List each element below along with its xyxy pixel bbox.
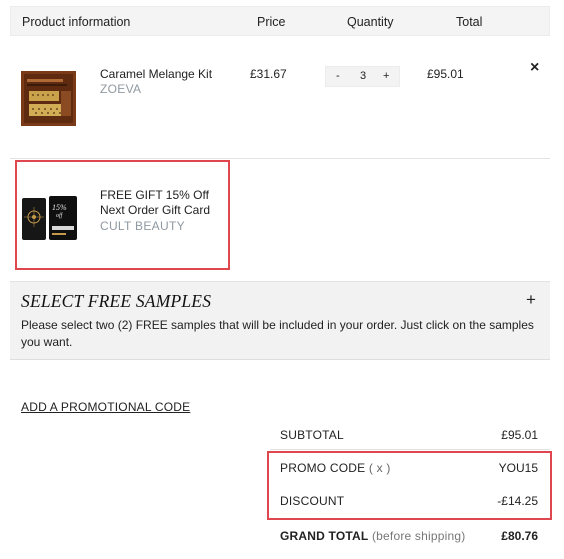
grand-total-note: (before shipping) xyxy=(371,529,466,543)
subtotal-value: £95.01 xyxy=(501,428,538,442)
gift-name-line-1[interactable]: FREE GIFT 15% Off xyxy=(100,188,209,203)
discount-label: DISCOUNT xyxy=(280,494,345,508)
cart-table-header: Product information Price Quantity Total xyxy=(10,6,550,36)
remove-item-button[interactable]: × xyxy=(530,59,539,77)
discount-value: -£14.25 xyxy=(497,494,538,508)
subtotal-label: SUBTOTAL xyxy=(280,428,344,442)
header-quantity: Quantity xyxy=(347,15,394,29)
free-samples-title[interactable]: Select Free Samples xyxy=(21,291,211,312)
add-promo-code-link[interactable]: ADD A PROMOTIONAL CODE xyxy=(21,400,190,414)
quantity-decrease-button[interactable]: - xyxy=(336,70,340,82)
free-samples-description: Please select two (2) FREE samples that … xyxy=(21,318,534,349)
expand-samples-plus-icon[interactable]: + xyxy=(526,290,536,310)
line-total: £95.01 xyxy=(427,67,464,81)
gift-name-line-2[interactable]: Next Order Gift Card xyxy=(100,203,210,218)
product-brand[interactable]: ZOEVA xyxy=(100,82,141,96)
product-price: £31.67 xyxy=(250,67,287,81)
header-product: Product information xyxy=(22,15,131,29)
promo-code-row: PROMO CODE ( x ) xyxy=(280,461,391,475)
row-divider xyxy=(10,158,550,159)
gift-brand[interactable]: CULT BEAUTY xyxy=(100,219,185,233)
product-image-gift-card[interactable]: 15% off xyxy=(21,196,79,241)
grand-total-label: GRAND TOTAL xyxy=(280,529,369,543)
product-name[interactable]: Caramel Melange Kit xyxy=(100,67,212,82)
grand-total-row: GRAND TOTAL (before shipping) xyxy=(280,529,465,543)
free-samples-section: Select Free Samples + Please select two … xyxy=(10,281,550,360)
quantity-increase-button[interactable]: + xyxy=(383,70,389,82)
svg-text:15%: 15% xyxy=(52,203,67,212)
promo-code-value: YOU15 xyxy=(498,461,538,475)
promo-code-label: PROMO CODE xyxy=(280,461,366,475)
remove-promo-code-button[interactable]: ( x ) xyxy=(369,461,391,475)
product-image-caramel-melange-kit[interactable] xyxy=(21,71,76,126)
grand-total-value: £80.76 xyxy=(501,529,538,543)
summary-divider xyxy=(270,449,550,450)
header-price: Price xyxy=(257,15,286,29)
quantity-stepper: - 3 + xyxy=(325,66,400,87)
quantity-value[interactable]: 3 xyxy=(360,70,366,82)
header-total: Total xyxy=(456,15,483,29)
